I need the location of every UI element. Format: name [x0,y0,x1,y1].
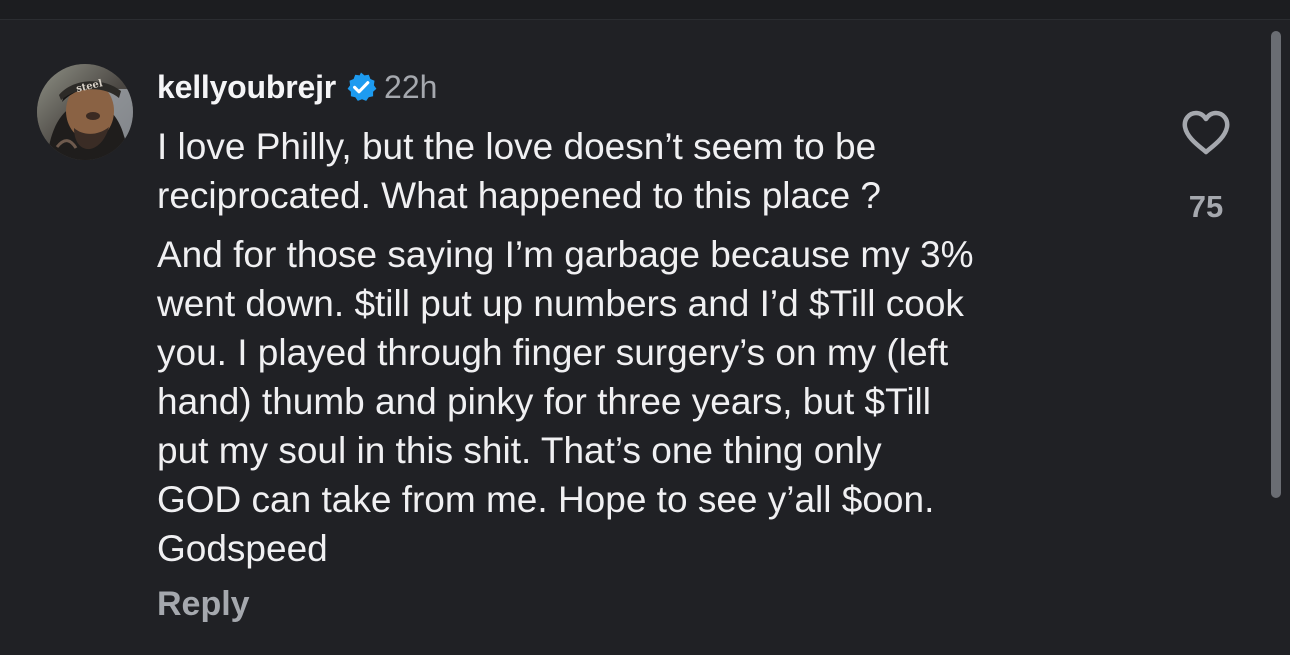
scrollbar[interactable] [1271,31,1281,498]
verified-badge-icon [345,71,377,103]
comment-header: kellyoubrejr 22h [157,66,437,108]
comment-card: steel kellyoubrejr 22h I love Philly, bu… [0,21,1290,655]
heart-outline-icon [1182,110,1230,155]
like-button[interactable] [1181,109,1231,157]
comment-text-paragraph-2: And for those saying I’m garbage because… [157,234,974,569]
comment-text-paragraph-1: I love Philly, but the love doesn’t seem… [157,126,882,216]
avatar-image: steel [37,64,133,160]
timestamp: 22h [384,68,438,105]
username[interactable]: kellyoubrejr [157,69,336,106]
like-count: 75 [1188,189,1224,224]
top-divider [0,0,1290,20]
reply-button[interactable]: Reply [157,585,250,624]
avatar[interactable]: steel [37,64,133,160]
